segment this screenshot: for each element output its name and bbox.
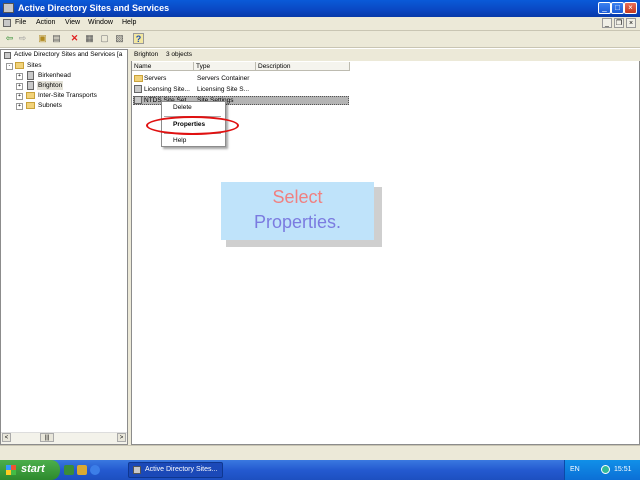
licensing-icon	[134, 85, 142, 93]
properties-icon[interactable]: ▦	[84, 33, 95, 44]
toolbar	[0, 31, 640, 48]
export-list-icon[interactable]: ▧	[114, 33, 125, 44]
site-icon	[27, 81, 34, 90]
tree-expander-brighton[interactable]: +	[16, 83, 23, 90]
scroll-thumb[interactable]: |||	[40, 433, 54, 442]
column-header-type[interactable]: Type	[194, 62, 256, 71]
callout-text-line1: Select	[272, 187, 323, 207]
details-caption-title: Brighton	[134, 51, 159, 58]
scroll-left-button[interactable]: <	[2, 433, 11, 442]
details-caption-count: 3 objects	[166, 51, 193, 58]
menu-action[interactable]: Action	[36, 19, 55, 26]
help-icon[interactable]: ?	[133, 33, 144, 44]
column-header-name[interactable]: Name	[132, 62, 194, 71]
minimize-button[interactable]: _	[598, 2, 611, 14]
folder-icon	[26, 102, 35, 109]
callout-text-line2: Properties.	[253, 212, 342, 232]
menu-view[interactable]: View	[65, 19, 80, 26]
window-title: Active Directory Sites and Services	[18, 3, 170, 13]
network-tray-icon[interactable]	[601, 465, 610, 474]
tree-horizontal-scrollbar[interactable]	[1, 432, 127, 444]
tree-item-inter-site-transports[interactable]: Inter-Site Transports	[38, 91, 97, 100]
tree-item-birkenhead[interactable]: Birkenhead	[38, 71, 71, 80]
folder-icon	[15, 62, 24, 69]
quicklaunch-desktop-icon[interactable]	[64, 465, 74, 475]
status-bar	[0, 445, 640, 461]
list-row-licensing-name[interactable]: Licensing Site...	[144, 85, 194, 94]
mdi-minimize-button[interactable]: _	[602, 18, 612, 28]
quicklaunch-explorer-icon[interactable]	[77, 465, 87, 475]
menu-help[interactable]: Help	[122, 19, 136, 26]
menu-window[interactable]: Window	[88, 19, 113, 26]
tree-expander-subnets[interactable]: +	[16, 103, 23, 110]
mdi-close-button[interactable]: ×	[626, 18, 636, 28]
list-row-servers-type: Servers Container	[197, 75, 250, 82]
tree-item-subnets[interactable]: Subnets	[38, 101, 62, 110]
start-label: start	[21, 463, 45, 475]
folder-icon	[26, 92, 35, 99]
details-caption-bar	[131, 49, 640, 61]
context-menu-help[interactable]: Help	[173, 137, 186, 144]
mdi-app-icon[interactable]	[3, 19, 11, 27]
menu-file[interactable]: File	[15, 19, 26, 26]
up-folder-icon[interactable]: ▣	[37, 33, 48, 44]
list-row-licensing-type: Licensing Site S...	[197, 86, 250, 93]
tree-expander-birkenhead[interactable]: +	[16, 73, 23, 80]
mdi-restore-button[interactable]: ❐	[614, 18, 624, 28]
clock[interactable]: 15:51	[614, 466, 632, 473]
tree-expander-sites[interactable]: -	[6, 63, 13, 70]
close-button[interactable]: ×	[624, 2, 637, 14]
scroll-right-button[interactable]: >	[117, 433, 126, 442]
ntds-settings-icon	[134, 96, 142, 104]
taskbar-app-icon	[133, 466, 141, 474]
tree-item-brighton[interactable]: Brighton	[37, 81, 64, 90]
tree-root-label[interactable]: Active Directory Sites and Services [a	[14, 51, 140, 60]
folder-icon	[134, 75, 143, 82]
delete-icon[interactable]: ✕	[69, 33, 80, 44]
tree-expander-inter-site-transports[interactable]: +	[16, 93, 23, 100]
app-icon	[3, 3, 14, 13]
properties-highlight-ellipse	[146, 116, 239, 135]
forward-icon[interactable]: ⇨	[17, 33, 28, 44]
list-row-servers-name[interactable]: Servers	[144, 74, 192, 83]
language-indicator[interactable]: EN	[570, 466, 580, 473]
maximize-button[interactable]: □	[611, 2, 624, 14]
context-menu-delete[interactable]: Delete	[173, 104, 192, 111]
back-icon[interactable]: ⇦	[4, 33, 15, 44]
show-tree-icon[interactable]: ▤	[51, 33, 62, 44]
column-header-description[interactable]: Description	[256, 62, 350, 71]
site-icon	[27, 71, 34, 80]
snapin-icon	[4, 52, 11, 59]
quicklaunch-ie-icon[interactable]	[90, 465, 100, 475]
copy-icon[interactable]: ▢	[99, 33, 110, 44]
tree-item-sites[interactable]: Sites	[27, 61, 41, 70]
taskbar-button-label: Active Directory Sites...	[145, 466, 218, 473]
windows-logo-icon	[6, 465, 16, 475]
